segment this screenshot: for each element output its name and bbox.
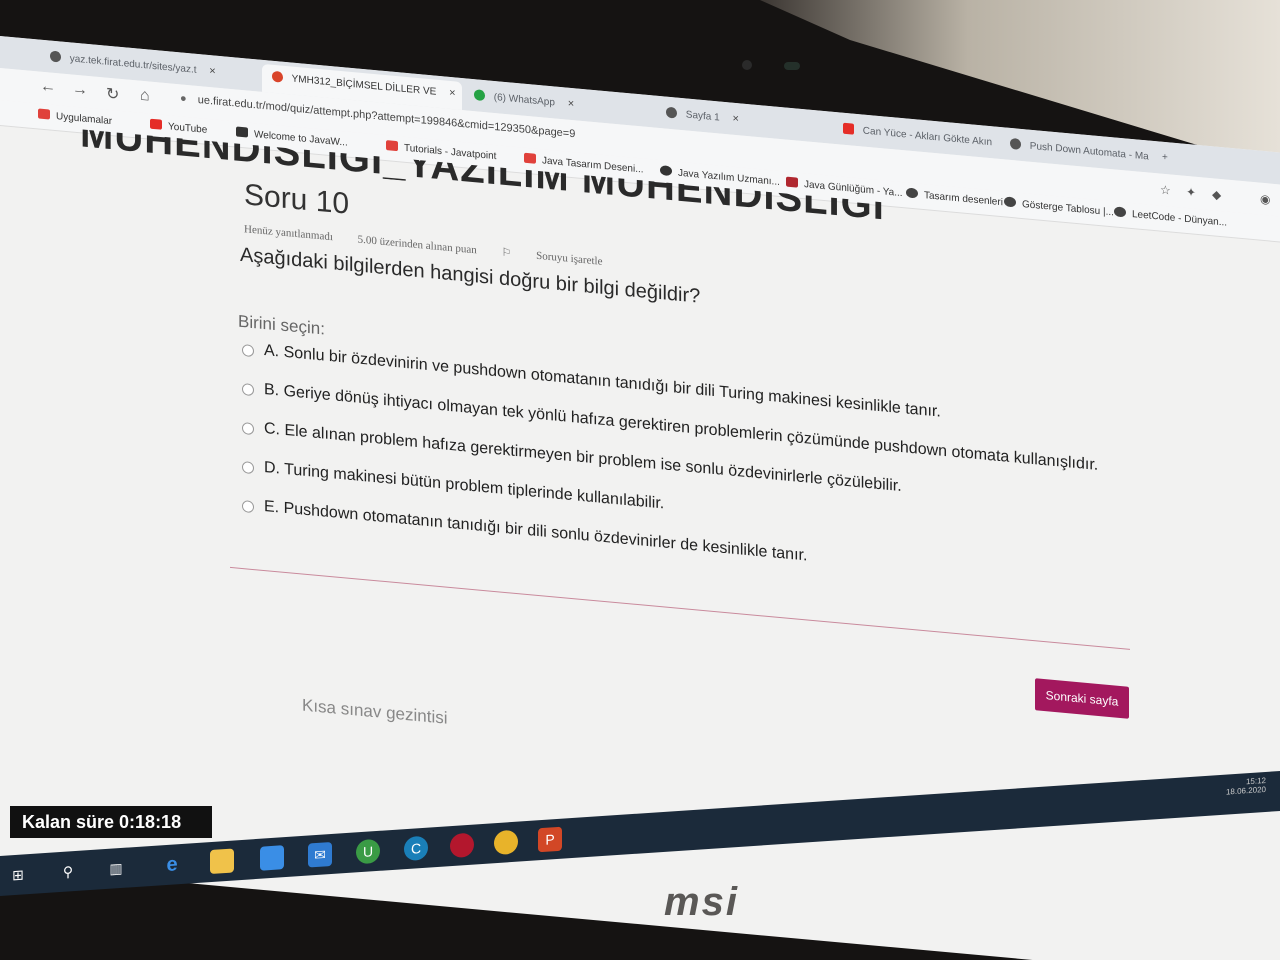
whatsapp-icon [474,89,485,102]
answer-label[interactable]: A. Sonlu bir özdevinirin ve pushdown oto… [264,342,941,422]
v-icon [386,140,398,152]
extension-icon[interactable]: ◆ [1212,187,1221,202]
lock-icon: ● [180,92,187,105]
bookmark-youtube[interactable]: YouTube [150,118,208,136]
forward-icon[interactable]: → [72,81,88,100]
bookmark-gosterge[interactable]: Gösterge Tablosu |... [1004,196,1114,218]
globe-icon [906,187,918,199]
bookmark-label: YouTube [168,121,208,136]
close-icon[interactable]: × [449,87,455,100]
globe-icon [1004,196,1016,208]
radio-button[interactable] [242,383,254,397]
webcam-light-icon [784,62,800,70]
question-points: 5.00 üzerinden alınan puan [357,233,477,257]
bookmark-apps[interactable]: Uygulamalar [38,108,112,127]
search-icon[interactable]: ⚲ [56,859,80,885]
tab-label: Push Down Automata - Ma [1029,140,1149,163]
system-tray: 15:12 18.06.2020 [1226,776,1266,797]
radio-button[interactable] [242,344,254,358]
laptop-brand-logo: msi [664,880,739,924]
bookmark-leetcode[interactable]: LeetCode - Dünyan... [1114,206,1228,229]
close-icon[interactable]: × [732,113,738,126]
question-number: Soru 10 [244,178,350,221]
webcam-icon [742,60,752,70]
flag-question-link[interactable]: ⚐ Soruyu işaretle [502,247,625,270]
section-divider [230,566,1130,650]
reload-icon[interactable]: ↻ [106,84,119,105]
w-icon [236,126,248,138]
windows-start-icon[interactable]: ⊞ [6,862,30,888]
close-icon[interactable]: × [568,98,574,111]
answer-label[interactable]: E. Pushdown otomatanın tanıdığı bir dili… [264,498,807,565]
answer-status: Henüz yanıtlanmadı [244,223,333,244]
logo-icon [660,165,672,177]
globe-icon [666,106,677,119]
tab-label: Can Yüce - Akları Gökte Akın [862,125,993,149]
clock-date[interactable]: 18.06.2020 [1226,785,1266,797]
back-icon[interactable]: ← [40,78,56,97]
bookmark-label: Tasarım desenleri [924,190,1003,209]
tab-label: yaz.tek.firat.edu.tr/sites/yaz.t [69,53,197,76]
home-icon[interactable]: ⌂ [140,87,150,106]
answer-prompt: Birini seçin: [238,311,325,339]
flag-label: Soruyu işaretle [536,249,603,268]
c-app-icon[interactable]: C [404,835,428,862]
star-icon[interactable]: ☆ [1160,183,1171,198]
tab-label: Sayfa 1 [685,109,720,124]
bookmark-label: LeetCode - Dünyan... [1132,209,1228,229]
v-icon [524,152,536,164]
profile-avatar-icon[interactable]: ◉ [1260,192,1270,207]
next-page-button[interactable]: Sonraki sayfa [1035,678,1129,719]
app-icon[interactable] [450,832,474,859]
quiz-navigation-link[interactable]: Kısa sınav gezintisi [302,695,448,728]
file-explorer-icon[interactable] [210,848,234,875]
edge-icon[interactable]: e [160,852,184,878]
close-icon[interactable]: × [209,65,215,78]
radio-button[interactable] [242,500,254,514]
chrome-icon[interactable] [494,829,518,856]
tab-label: YMH312_BİÇİMSEL DİLLER VE [291,73,437,98]
radio-button[interactable] [242,422,254,436]
globe-icon [50,50,61,63]
mail-icon[interactable]: ✉ [308,841,332,868]
globe-icon [1010,137,1021,150]
store-icon[interactable] [260,845,284,871]
new-tab-button[interactable]: + [1152,145,1182,176]
bookmark-tasarim[interactable]: Tasarım desenleri [906,187,1003,208]
flag-icon: ⚐ [501,246,515,260]
globe-icon [1114,206,1126,218]
extension-icon[interactable]: ✦ [1186,185,1196,200]
upwork-icon[interactable]: U [356,838,380,865]
bookmark-label: Uygulamalar [56,111,113,128]
apps-grid-icon [38,108,50,120]
youtube-icon [150,118,162,130]
moodle-icon [272,70,283,83]
remaining-time-timer: Kalan süre 0:18:18 [10,806,212,838]
task-view-icon[interactable]: ▥ [104,855,128,881]
youtube-icon [843,122,854,135]
powerpoint-icon[interactable]: P [538,826,562,853]
radio-button[interactable] [242,461,254,475]
tab-label: (6) WhatsApp [493,91,555,109]
bookmark-icon [786,176,798,188]
bookmark-label: Gösterge Tablosu |... [1022,199,1114,219]
